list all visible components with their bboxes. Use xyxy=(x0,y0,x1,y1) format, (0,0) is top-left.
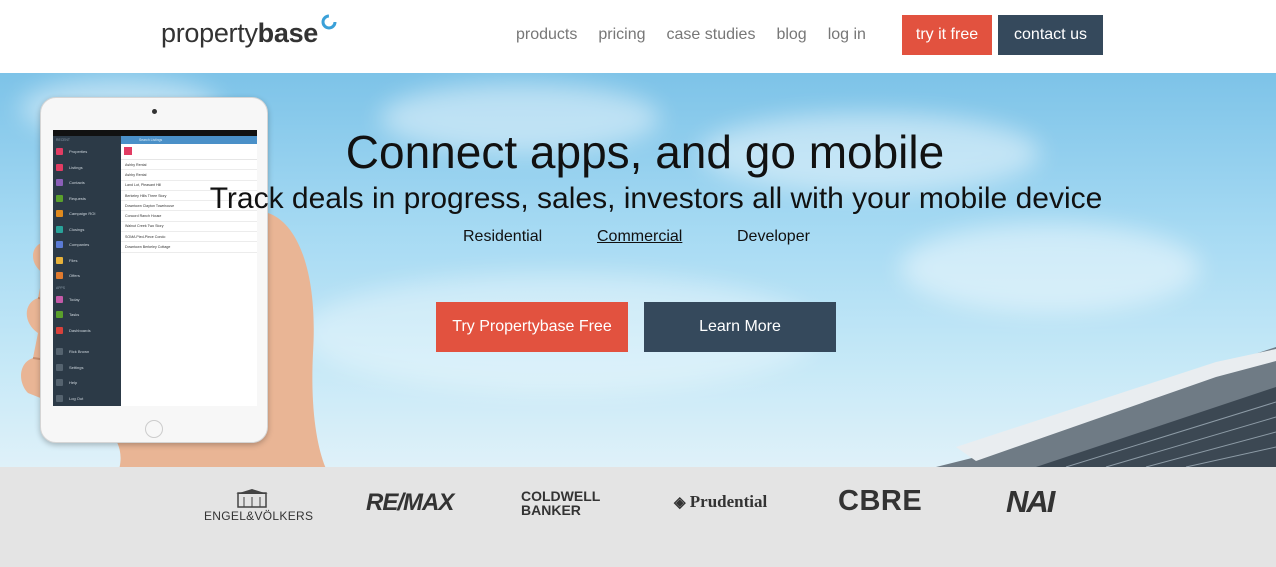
sidebar-item[interactable]: Companies xyxy=(53,237,121,253)
try-propertybase-free-button[interactable]: Try Propertybase Free xyxy=(436,302,628,352)
client-logos-band: ENGEL&VÖLKERS RE/MAX COLDWELL BANKER ◈ P… xyxy=(0,467,1276,567)
building-image xyxy=(936,347,1276,467)
engel-volkers-building-icon xyxy=(236,489,268,508)
engel-volkers-logo: ENGEL&VÖLKERS xyxy=(204,489,314,529)
sidebar-app-label: Today xyxy=(69,296,80,302)
sidebar-app-item[interactable]: Tasks xyxy=(53,307,121,323)
learn-more-button[interactable]: Learn More xyxy=(644,302,836,352)
list-item[interactable]: Downtown Berkeley Cottage xyxy=(121,242,257,253)
list-item[interactable]: Walnut Creek Two Story xyxy=(121,222,257,233)
sidebar-item-label: Companies xyxy=(69,242,90,248)
sidebar-footer-item[interactable]: Rick Brown xyxy=(53,344,121,360)
banker-line: BANKER xyxy=(521,502,581,518)
sidebar-item-icon xyxy=(56,256,63,264)
sidebar-item[interactable]: Closings xyxy=(53,222,121,238)
sidebar-footer-icon xyxy=(56,348,63,356)
list-item[interactable]: SOMA Pied-Piece Condo xyxy=(121,232,257,243)
nav-case-studies[interactable]: case studies xyxy=(667,26,756,44)
sidebar-footer-item[interactable]: Settings xyxy=(53,360,121,376)
engel-volkers-text: ENGEL&VÖLKERS xyxy=(204,509,314,523)
sidebar-footer-item[interactable]: Log Out xyxy=(53,391,121,407)
sidebar-footer-label: Settings xyxy=(69,364,84,370)
sidebar-app-icon xyxy=(56,326,63,334)
sidebar-footer-label: Rick Brown xyxy=(69,349,90,355)
segment-developer[interactable]: Developer xyxy=(737,228,810,246)
segment-commercial[interactable]: Commercial xyxy=(597,228,682,246)
sidebar-item-label: Closings xyxy=(69,226,85,232)
sidebar-footer-icon xyxy=(56,363,63,371)
sidebar-footer-label: Help xyxy=(69,380,78,386)
coldwell-line: COLDWELL xyxy=(521,488,601,504)
nav-login[interactable]: log in xyxy=(828,26,866,44)
sidebar-app-icon xyxy=(56,311,63,319)
site-header: propertybase products pricing case studi… xyxy=(0,0,1276,73)
sidebar-item[interactable]: Files xyxy=(53,253,121,269)
sidebar-item-icon xyxy=(56,225,63,233)
coldwell-banker-logo: COLDWELL BANKER xyxy=(521,489,600,517)
propertybase-logo[interactable]: propertybase xyxy=(161,18,318,49)
sidebar-item-icon xyxy=(56,272,63,280)
sidebar-item-label: Files xyxy=(69,257,78,263)
nav-blog[interactable]: blog xyxy=(776,26,806,44)
contact-us-button[interactable]: contact us xyxy=(998,15,1103,55)
rock-icon: ◈ xyxy=(674,495,686,511)
sidebar-section-apps: APPS xyxy=(56,285,66,290)
logo-text-regular: property xyxy=(161,18,258,48)
prudential-text: Prudential xyxy=(689,492,768,511)
nav-pricing[interactable]: pricing xyxy=(598,26,645,44)
nai-logo: NAI xyxy=(1006,484,1055,519)
sidebar-footer-label: Log Out xyxy=(69,395,84,401)
sidebar-app-label: Tasks xyxy=(69,312,80,318)
sidebar-footer-item[interactable]: Help xyxy=(53,375,121,391)
sidebar-app-item[interactable]: Today xyxy=(53,292,121,308)
sidebar-footer-icon xyxy=(56,379,63,387)
cbre-logo: CBRE xyxy=(838,485,923,517)
sidebar-app-item[interactable]: Dashboards xyxy=(53,323,121,339)
hero-title: Connect apps, and go mobile xyxy=(345,126,945,178)
sidebar-item-icon xyxy=(56,241,63,249)
sidebar-app-label: Dashboards xyxy=(69,327,91,333)
sidebar-item-label: Offers xyxy=(69,273,80,279)
prudential-logo: ◈ Prudential xyxy=(674,492,767,512)
segment-residential[interactable]: Residential xyxy=(463,228,542,246)
sidebar-footer-icon xyxy=(56,394,63,402)
sidebar-item[interactable]: Offers xyxy=(53,268,121,284)
nav-products[interactable]: products xyxy=(516,26,577,44)
logo-mark-icon xyxy=(321,14,337,30)
try-it-free-button[interactable]: try it free xyxy=(902,15,992,55)
remax-logo: RE/MAX xyxy=(366,489,454,516)
logo-text-bold: base xyxy=(257,18,319,48)
main-nav: products pricing case studies blog log i… xyxy=(516,15,887,55)
cloud-decoration xyxy=(900,223,1200,313)
home-button xyxy=(145,420,163,438)
hero-section: RECENT Properties Listings Contacts Request… xyxy=(0,73,1276,467)
hero-subtitle: Track deals in progress, sales, investor… xyxy=(209,182,1103,215)
sidebar-app-icon xyxy=(56,295,63,303)
camera-dot xyxy=(152,109,157,114)
